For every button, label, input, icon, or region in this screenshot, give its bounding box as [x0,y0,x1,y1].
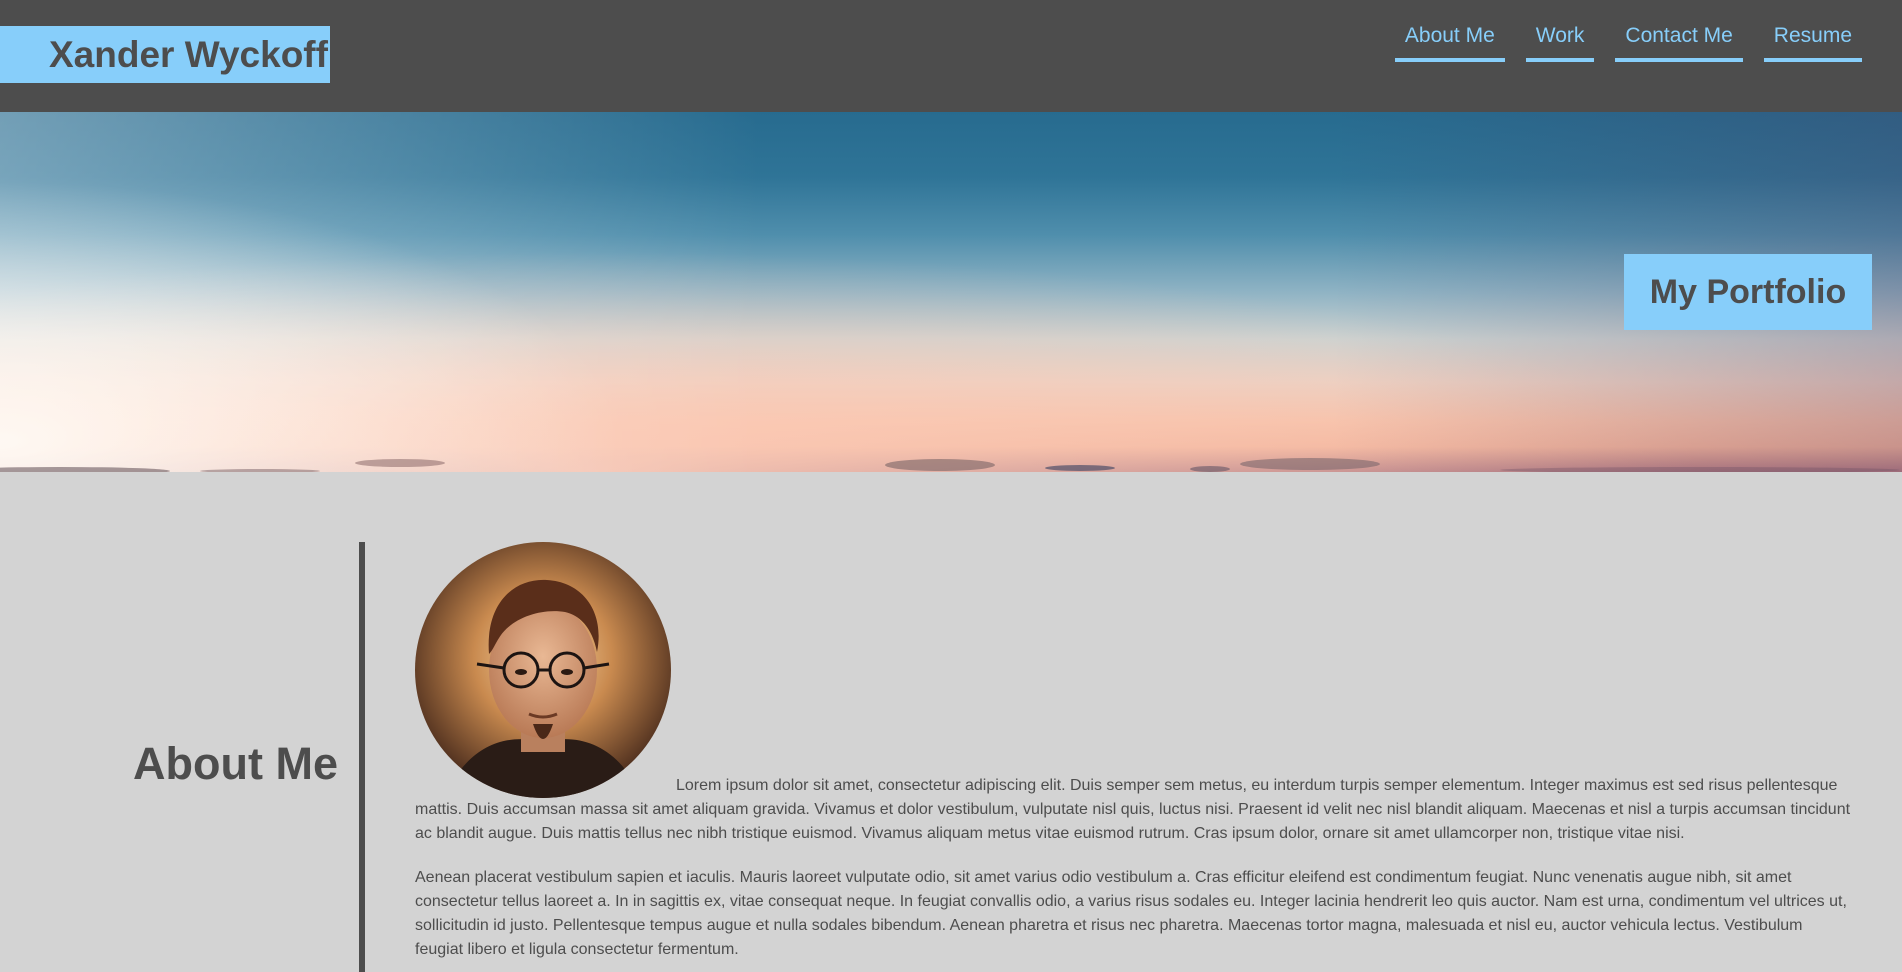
site-brand[interactable]: Xander Wyckoff [0,26,330,83]
horizon-clouds [0,458,1900,472]
portfolio-badge: My Portfolio [1624,254,1872,330]
site-header: Xander Wyckoff About Me Work Contact Me … [0,0,1902,112]
nav-link-resume[interactable]: Resume [1763,22,1862,62]
about-heading: About Me [133,738,338,789]
section-divider [359,542,365,972]
hero-banner: My Portfolio [0,112,1902,472]
nav-link-about-me[interactable]: About Me [1394,22,1505,62]
about-content: Lorem ipsum dolor sit amet, consectetur … [415,542,1853,962]
hero-sky-overlay [0,112,1902,472]
about-section: About Me Lorem ipsum dolor sit amet, con… [0,472,1902,972]
nav-link-work[interactable]: Work [1525,22,1595,62]
profile-avatar [415,542,671,798]
nav-link-contact-me[interactable]: Contact Me [1615,22,1743,62]
main-nav: About Me Work Contact Me Resume [1394,22,1862,62]
about-paragraph-2: Aenean placerat vestibulum sapien et iac… [415,869,1847,958]
